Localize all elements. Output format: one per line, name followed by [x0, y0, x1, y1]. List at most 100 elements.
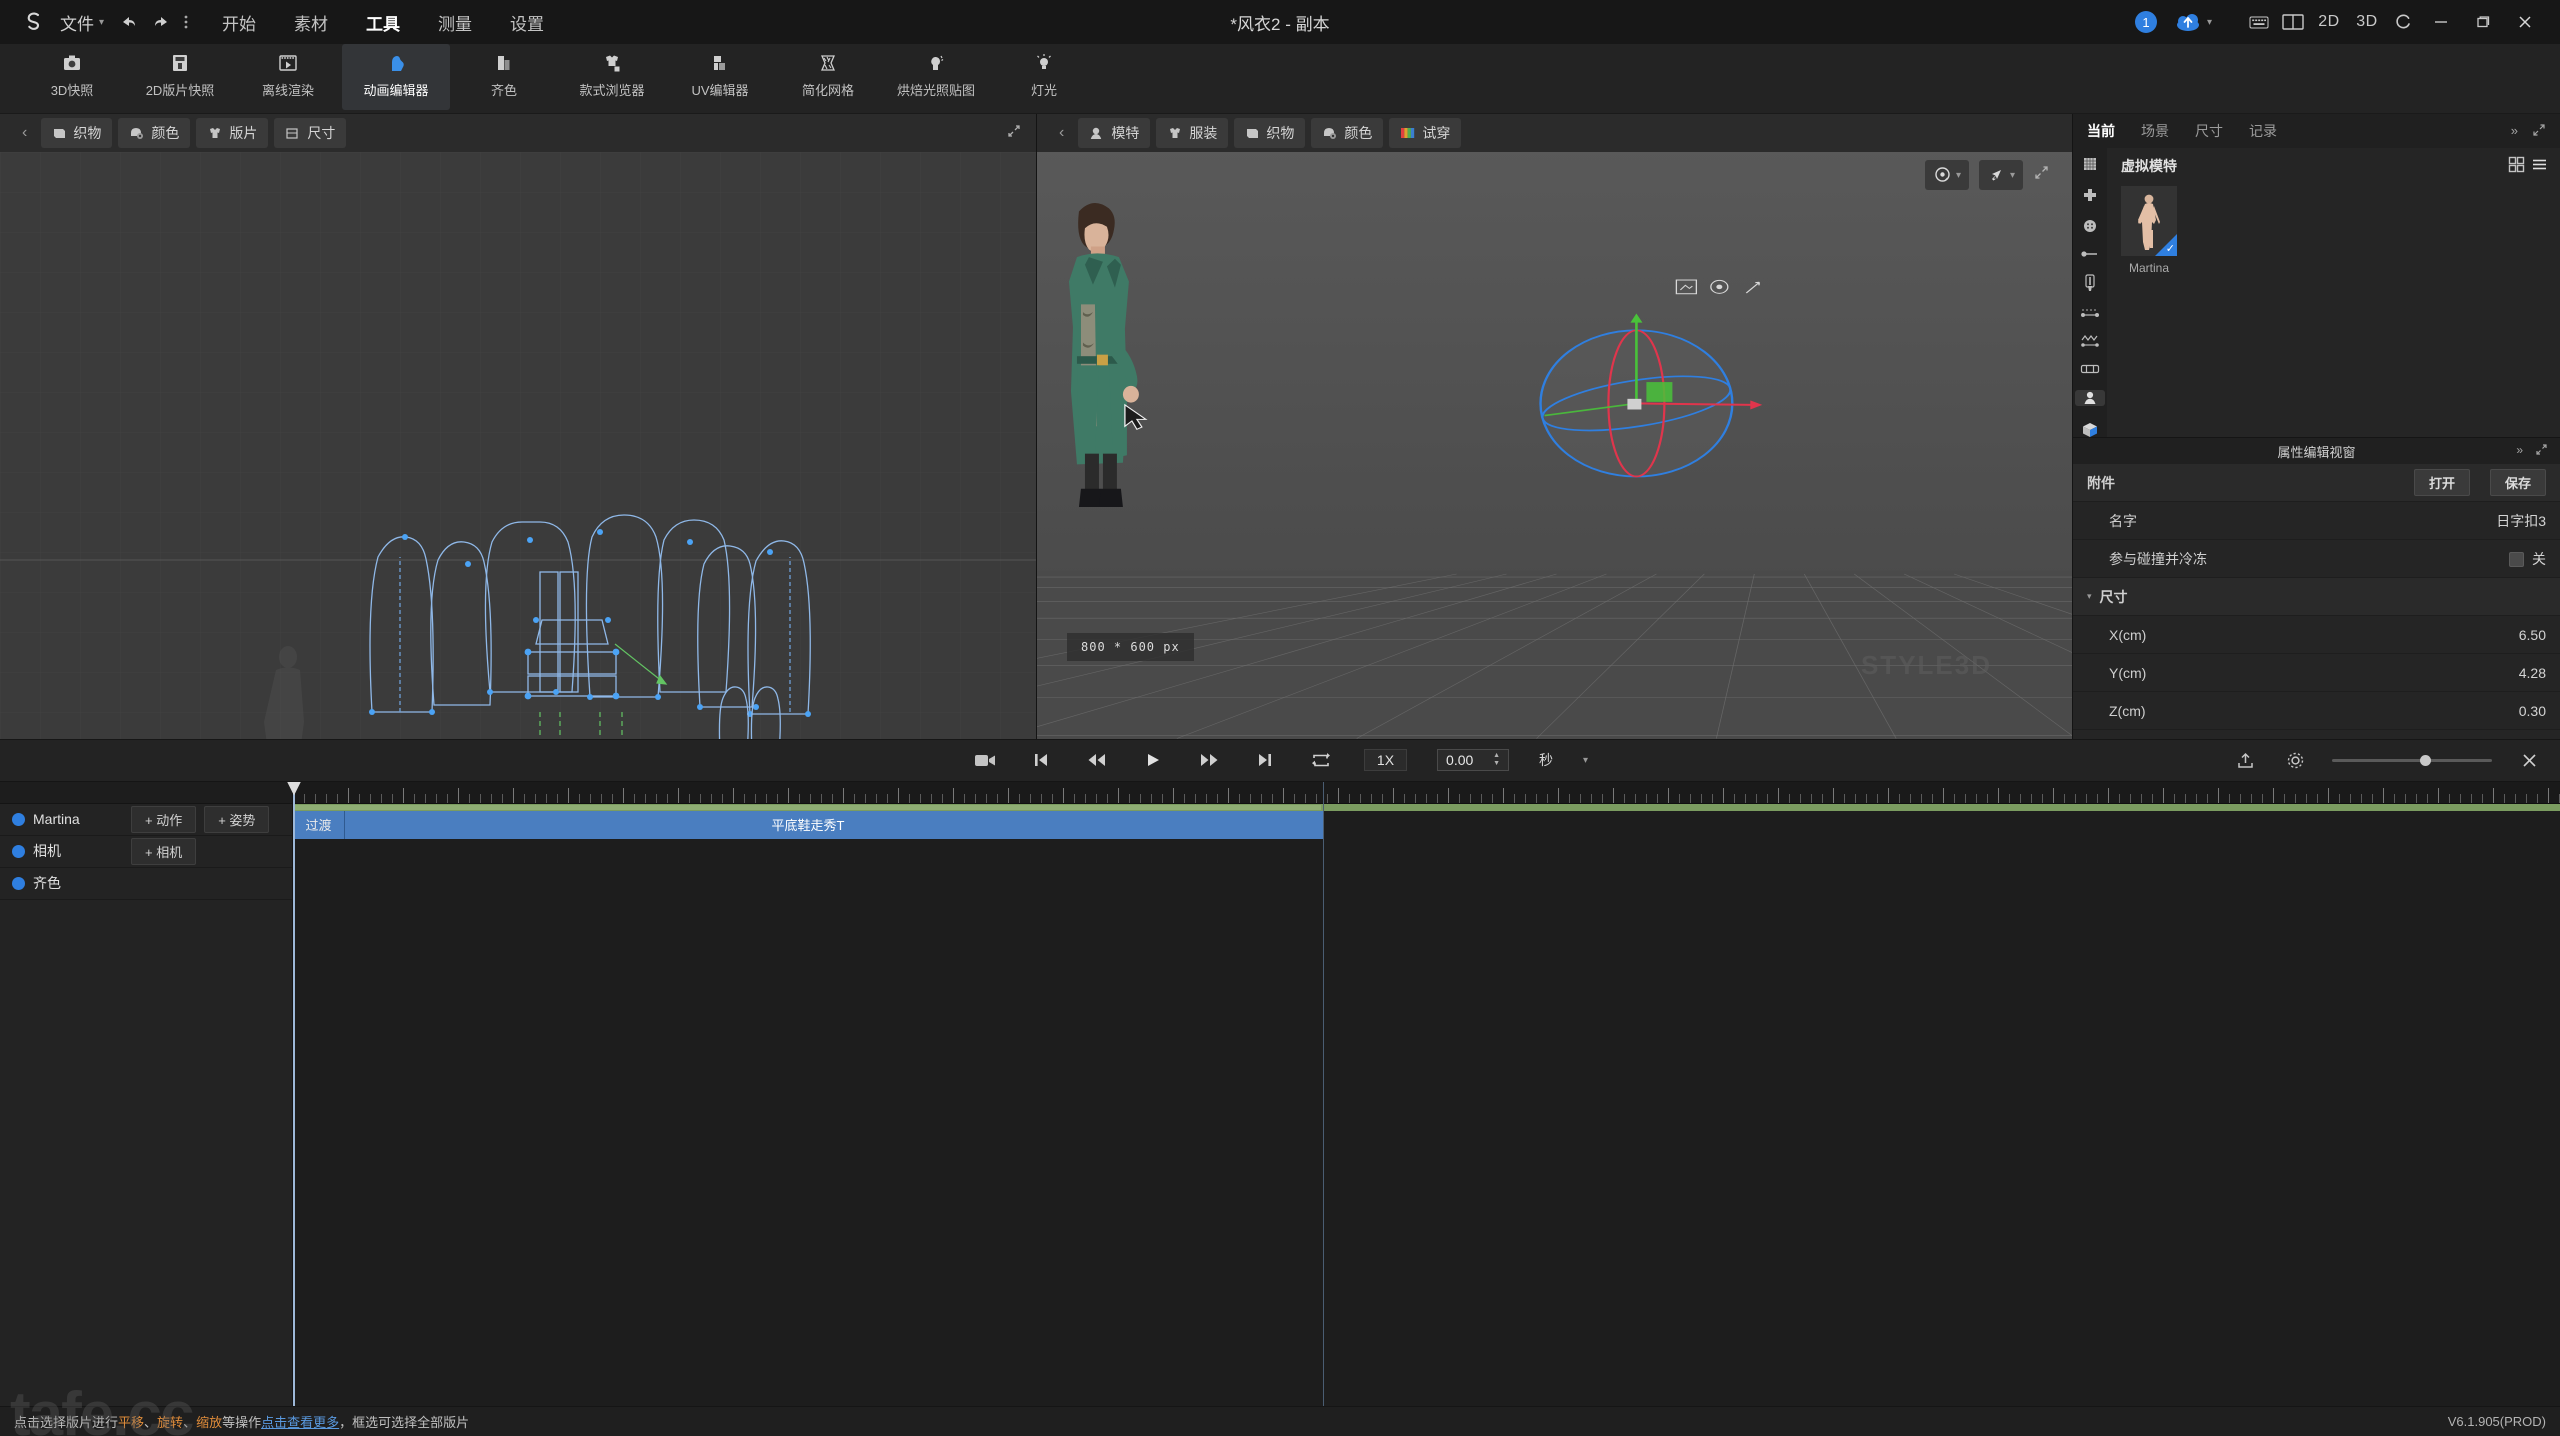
property-row-x[interactable]: X(cm) 6.50: [2073, 616, 2560, 654]
timeline-canvas[interactable]: 平底鞋走秀T 过渡: [287, 781, 2560, 1406]
gear-icon[interactable]: [2282, 751, 2308, 770]
open-button[interactable]: 打开: [2413, 469, 2470, 496]
clover-icon[interactable]: [2075, 187, 2105, 203]
loop-icon[interactable]: [1308, 752, 1334, 769]
property-row-collision-freeze[interactable]: 参与碰撞并冷冻 关: [2073, 540, 2560, 578]
minimize-button[interactable]: [2420, 7, 2462, 37]
ribbon-colorway[interactable]: 齐色: [450, 44, 558, 110]
property-group-size[interactable]: ▾ 尺寸: [2073, 578, 2560, 616]
viewport-3d[interactable]: ‹ 模特 服装 织物 颜色 试穿 ▾ ▾ 800 * 600 px STYLE3…: [1037, 114, 2073, 739]
pattern-2d-viewport[interactable]: ‹ 织物 颜色 版片 尺寸: [0, 114, 1037, 739]
add-motion-button[interactable]: + 动作: [131, 805, 197, 833]
track-header-martina[interactable]: Martina + 动作 + 姿势: [0, 804, 292, 836]
cube-icon[interactable]: [2075, 421, 2105, 439]
more-chevron-icon[interactable]: »: [2511, 123, 2518, 140]
status-more-link[interactable]: 点击查看更多: [261, 1412, 339, 1431]
property-value-toggle[interactable]: 关: [2509, 549, 2546, 569]
ribbon-offline-render[interactable]: 离线渲染: [234, 44, 342, 110]
button-icon[interactable]: [2075, 218, 2105, 234]
tab-color-3d[interactable]: 颜色: [1311, 118, 1384, 148]
expand-sidebar-icon[interactable]: [2532, 123, 2546, 140]
ribbon-animation-editor[interactable]: 动画编辑器: [342, 44, 450, 110]
sidebar-tab-history[interactable]: 记录: [2249, 121, 2277, 141]
cloud-upload-button[interactable]: ▾: [2175, 12, 2212, 32]
sidebar-tab-scene[interactable]: 场景: [2141, 121, 2169, 141]
redo-icon[interactable]: [152, 13, 170, 31]
track-header-camera[interactable]: 相机 + 相机: [0, 836, 292, 868]
property-row-z[interactable]: Z(cm) 0.30: [2073, 692, 2560, 730]
export-icon[interactable]: [2232, 751, 2258, 770]
view-2d-button[interactable]: 2D: [2310, 7, 2348, 37]
slider-handle[interactable]: [2420, 754, 2431, 766]
time-input[interactable]: 0.00 ▲ ▼: [1437, 749, 1510, 771]
grid-view-icon[interactable]: [2508, 156, 2525, 176]
add-camera-button[interactable]: + 相机: [131, 837, 197, 865]
file-menu[interactable]: 文件 ▾: [50, 6, 114, 39]
menu-item-start[interactable]: 开始: [218, 7, 260, 38]
maximize-button[interactable]: [2462, 7, 2504, 37]
refresh-icon[interactable]: [2386, 7, 2420, 37]
playback-speed[interactable]: 1X: [1363, 749, 1408, 771]
zipper-icon[interactable]: [2075, 274, 2105, 292]
menu-item-tools[interactable]: 工具: [362, 7, 404, 38]
tab-avatar-3d[interactable]: 模特: [1078, 118, 1151, 148]
property-row-name[interactable]: 名字 日字扣3: [2073, 502, 2560, 540]
time-stepper[interactable]: ▲ ▼: [1493, 752, 1500, 767]
avatar-person-icon[interactable]: [2075, 390, 2105, 406]
transition-block[interactable]: 过渡: [293, 810, 345, 839]
orbit-tool-button[interactable]: ▾: [1924, 160, 1969, 190]
save-button[interactable]: 保存: [2489, 469, 2546, 496]
more-chevron-icon[interactable]: »: [2516, 443, 2523, 459]
tab-color-2d[interactable]: 颜色: [118, 118, 191, 148]
menu-item-assets[interactable]: 素材: [290, 7, 332, 38]
ribbon-style-browser[interactable]: 款式浏览器: [558, 44, 666, 110]
pattern-canvas[interactable]: [0, 152, 1036, 739]
fast-forward-icon[interactable]: [1196, 752, 1222, 768]
property-row-lock-ratio[interactable]: 固定比例 关: [2073, 730, 2560, 739]
buckle-icon[interactable]: [2075, 363, 2105, 375]
record-camera-icon[interactable]: [972, 751, 998, 769]
skip-start-icon[interactable]: [1028, 752, 1054, 768]
timeline-range-bar[interactable]: [293, 803, 2560, 811]
tab-garment-3d[interactable]: 服装: [1156, 118, 1229, 148]
skip-end-icon[interactable]: [1252, 752, 1278, 768]
ribbon-bake-lightmap[interactable]: 烘焙光照贴图: [882, 44, 990, 110]
avatar-card[interactable]: ✓ Martina: [2121, 186, 2177, 275]
play-icon[interactable]: [1140, 752, 1166, 768]
tab-fabric-3d[interactable]: 织物: [1234, 118, 1306, 148]
split-view-icon[interactable]: [2276, 7, 2310, 37]
tab-pattern-2d[interactable]: 版片: [196, 118, 269, 148]
track-header-colorway[interactable]: 齐色: [0, 868, 292, 900]
sidebar-tab-current[interactable]: 当前: [2087, 121, 2115, 141]
notification-badge[interactable]: 1: [2134, 11, 2157, 33]
rewind-icon[interactable]: [1084, 752, 1110, 768]
pin-icon[interactable]: [2075, 249, 2105, 259]
expand-pattern-viewport-icon[interactable]: [1006, 123, 1022, 142]
tab-fitting-3d[interactable]: 试穿: [1389, 118, 1462, 148]
close-button[interactable]: [2504, 7, 2546, 37]
time-unit-dropdown-icon[interactable]: ▾: [1583, 755, 1588, 766]
ribbon-2d-pattern-snapshot[interactable]: 2D版片快照: [126, 44, 234, 110]
menu-item-settings[interactable]: 设置: [506, 7, 548, 38]
ribbon-light[interactable]: 灯光: [990, 44, 1098, 110]
timeline-ruler[interactable]: [293, 781, 2560, 804]
keyboard-shortcut-icon[interactable]: [2242, 7, 2276, 37]
sidebar-tab-size[interactable]: 尺寸: [2195, 121, 2223, 141]
zigzag-icon[interactable]: [2075, 334, 2105, 348]
expand-property-editor-icon[interactable]: [2535, 443, 2548, 459]
avatar-thumbnail[interactable]: ✓: [2121, 186, 2177, 256]
timeline-zoom-slider[interactable]: [2332, 754, 2492, 766]
texture-icon[interactable]: [2075, 156, 2105, 172]
checkbox-icon[interactable]: [2509, 552, 2524, 568]
playhead[interactable]: [287, 781, 301, 1406]
tab-fabric-2d[interactable]: 织物: [41, 118, 113, 148]
more-options-icon[interactable]: [184, 13, 188, 31]
close-timeline-icon[interactable]: [2516, 752, 2542, 769]
chevron-left-icon[interactable]: ‹: [14, 124, 35, 142]
ribbon-uv-editor[interactable]: UV编辑器: [666, 44, 774, 110]
menu-item-measure[interactable]: 测量: [434, 7, 476, 38]
undo-icon[interactable]: [120, 13, 138, 31]
elastic-icon[interactable]: [2075, 307, 2105, 319]
ribbon-3d-snapshot[interactable]: 3D快照: [18, 44, 126, 110]
tab-size-2d[interactable]: 尺寸: [274, 118, 347, 148]
